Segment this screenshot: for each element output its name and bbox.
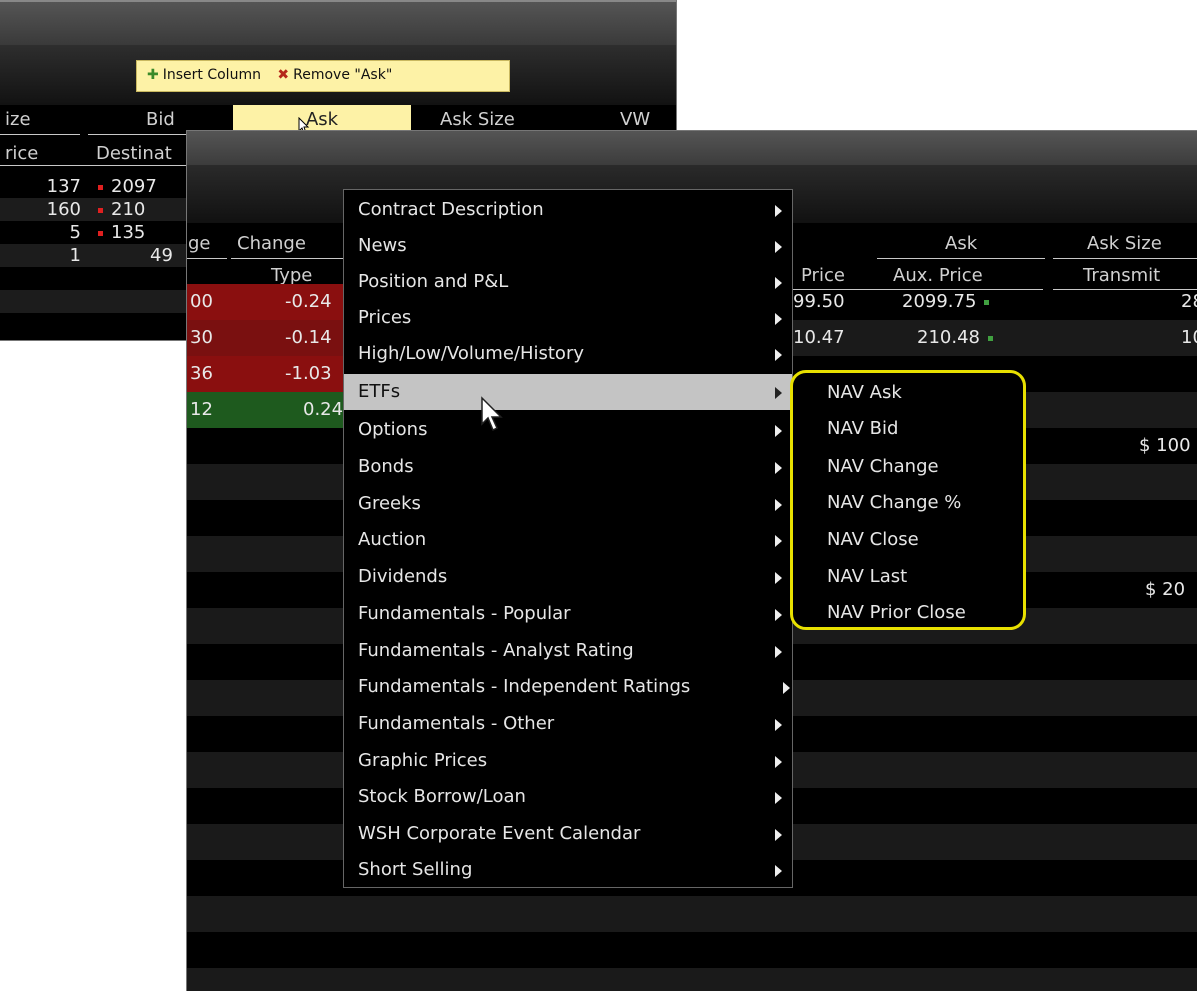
red-dot-icon	[98, 207, 103, 213]
submenu-arrow-icon	[775, 646, 782, 658]
submenu-arrow-icon	[775, 609, 782, 621]
menu-item-short-selling[interactable]: Short Selling	[344, 852, 792, 888]
submenu-arrow-icon	[775, 241, 782, 253]
change-cell: -0.24	[285, 291, 332, 312]
column-header-bid[interactable]: Bid	[146, 105, 175, 135]
menu-item-fundamentals-other[interactable]: Fundamentals - Other	[344, 706, 792, 742]
size-cell: 10	[1181, 327, 1197, 348]
change-pct-cell: 36	[190, 363, 213, 384]
amount-cell: $ 100	[1139, 435, 1191, 456]
submenu-arrow-icon	[775, 792, 782, 804]
aux-price-cell: 210.48	[917, 320, 993, 356]
change-pct-cell: 00	[190, 291, 213, 312]
change-pct-cell: 30	[190, 327, 213, 348]
size-cell: 137	[46, 176, 81, 197]
submenu-arrow-icon	[775, 756, 782, 768]
submenu-arrow-icon	[775, 462, 782, 474]
column-header-size[interactable]: ize	[5, 105, 31, 135]
submenu-arrow-icon	[783, 682, 790, 694]
submenu-arrow-icon	[775, 387, 782, 399]
submenu-arrow-icon	[775, 499, 782, 511]
submenu-arrow-icon	[775, 535, 782, 547]
insert-column-button[interactable]: Insert Column	[163, 67, 261, 83]
back-title-bar	[0, 0, 676, 45]
menu-item-fundamentals-analyst[interactable]: Fundamentals - Analyst Rating	[344, 633, 792, 669]
front-title-bar	[187, 131, 1197, 165]
column-header-change-pct[interactable]: ge	[188, 229, 211, 259]
green-dot-icon	[987, 335, 993, 341]
menu-item-wsh-calendar[interactable]: WSH Corporate Event Calendar	[344, 816, 792, 852]
submenu-item-nav-change-pct[interactable]: NAV Change %	[793, 485, 1023, 521]
menu-item-graphic-prices[interactable]: Graphic Prices	[344, 743, 792, 779]
submenu-item-nav-last[interactable]: NAV Last	[793, 559, 1023, 595]
red-dot-icon	[98, 184, 103, 190]
bid-cell: 210	[98, 198, 145, 221]
submenu-arrow-icon	[775, 349, 782, 361]
menu-item-dividends[interactable]: Dividends	[344, 559, 792, 595]
red-dot-icon	[98, 230, 103, 236]
table-row[interactable]	[187, 896, 1197, 932]
change-cell: -1.03	[285, 363, 332, 384]
column-popup: ✚ Insert Column ✖ Remove "Ask"	[136, 60, 510, 92]
menu-item-etfs[interactable]: ETFs	[344, 374, 792, 410]
menu-item-high-low-volume[interactable]: High/Low/Volume/History	[344, 336, 792, 372]
menu-item-greeks[interactable]: Greeks	[344, 486, 792, 522]
menu-item-contract-description[interactable]: Contract Description	[344, 192, 792, 228]
plus-icon: ✚	[147, 67, 159, 83]
aux-price-cell: 2099.75	[902, 284, 990, 320]
submenu-item-nav-bid[interactable]: NAV Bid	[793, 411, 1023, 447]
table-row[interactable]	[187, 968, 1197, 991]
submenu-arrow-icon	[775, 865, 782, 877]
submenu-item-nav-prior-close[interactable]: NAV Prior Close	[793, 595, 1023, 631]
menu-item-bonds[interactable]: Bonds	[344, 449, 792, 485]
column-header-destination[interactable]: Destinat	[96, 140, 172, 168]
submenu-item-nav-change[interactable]: NAV Change	[793, 449, 1023, 485]
menu-item-fundamentals-independent[interactable]: Fundamentals - Independent Ratings	[344, 669, 792, 705]
bid-cell: 135	[98, 221, 145, 244]
close-icon: ✖	[277, 67, 290, 83]
column-header-ask[interactable]: Ask	[945, 229, 977, 259]
submenu-arrow-icon	[775, 277, 782, 289]
size-cell: 160	[46, 199, 81, 220]
menu-item-position-pnl[interactable]: Position and P&L	[344, 264, 792, 300]
change-cell: 0.24	[303, 399, 344, 420]
submenu-arrow-icon	[775, 205, 782, 217]
table-row[interactable]	[187, 932, 1197, 968]
bid-cell: 49	[150, 245, 173, 266]
menu-item-news[interactable]: News	[344, 228, 792, 264]
bid-cell: 2097	[98, 175, 157, 198]
menu-item-auction[interactable]: Auction	[344, 522, 792, 558]
menu-item-options[interactable]: Options	[344, 412, 792, 448]
change-pct-cell: 12	[190, 399, 213, 420]
menu-item-stock-borrow-loan[interactable]: Stock Borrow/Loan	[344, 779, 792, 815]
submenu-arrow-icon	[775, 829, 782, 841]
menu-item-prices[interactable]: Prices	[344, 300, 792, 336]
column-header-ask-size[interactable]: Ask Size	[1087, 229, 1162, 259]
price-cell: 10.47	[793, 327, 845, 348]
mouse-pointer-icon	[481, 396, 503, 432]
green-dot-icon	[984, 299, 990, 305]
column-header-change[interactable]: Change	[237, 229, 306, 259]
column-header-price[interactable]: rice	[5, 140, 38, 168]
change-cell: -0.14	[285, 327, 332, 348]
submenu-item-nav-ask[interactable]: NAV Ask	[793, 375, 1023, 411]
submenu-arrow-icon	[775, 425, 782, 437]
etf-submenu: NAV Ask NAV Bid NAV Change NAV Change % …	[790, 370, 1026, 630]
remove-column-button[interactable]: Remove "Ask"	[293, 67, 392, 83]
context-menu: Contract Description News Position and P…	[343, 189, 793, 888]
size-cell: 28	[1181, 291, 1197, 312]
size-cell: 1	[69, 245, 81, 266]
submenu-arrow-icon	[775, 719, 782, 731]
price-cell: 99.50	[793, 291, 845, 312]
menu-item-fundamentals-popular[interactable]: Fundamentals - Popular	[344, 596, 792, 632]
size-cell: 5	[69, 222, 81, 243]
amount-cell: $ 20	[1145, 579, 1186, 600]
submenu-arrow-icon	[775, 313, 782, 325]
submenu-item-nav-close[interactable]: NAV Close	[793, 522, 1023, 558]
submenu-arrow-icon	[775, 572, 782, 584]
